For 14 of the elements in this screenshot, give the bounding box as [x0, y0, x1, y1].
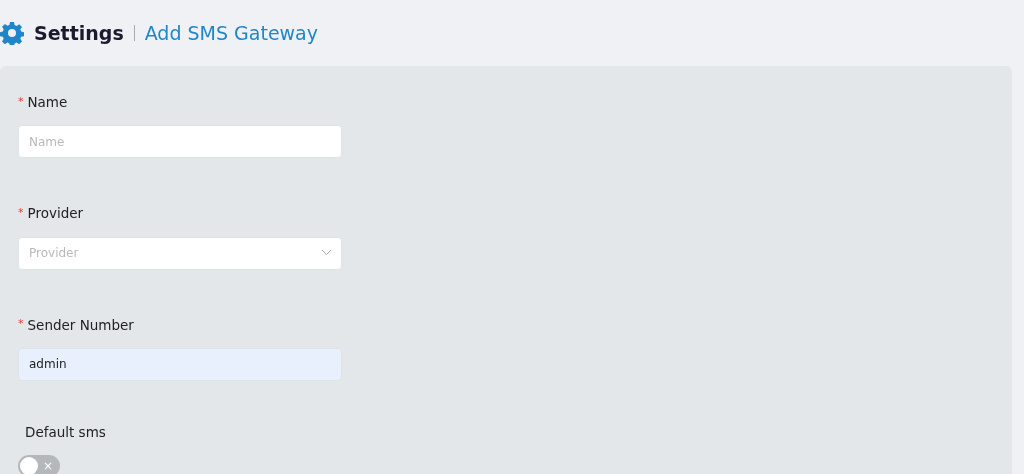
required-mark: * [18, 205, 24, 222]
text-field[interactable]: Name [18, 125, 342, 159]
select-field[interactable]: Provider [18, 236, 342, 270]
required-mark: * [18, 93, 24, 110]
page-title: Settings [34, 20, 124, 46]
field-label: Default sms [25, 422, 106, 442]
field-label: Provider [27, 204, 84, 224]
page-subtitle: Add SMS Gateway [144, 20, 318, 46]
required-mark: * [18, 316, 24, 333]
chevron-down-icon [321, 248, 332, 256]
gear-icon [0, 21, 24, 45]
field-label: Sender Number [27, 315, 134, 335]
text-field[interactable]: admin [18, 347, 342, 381]
field-label: Name [27, 93, 68, 112]
